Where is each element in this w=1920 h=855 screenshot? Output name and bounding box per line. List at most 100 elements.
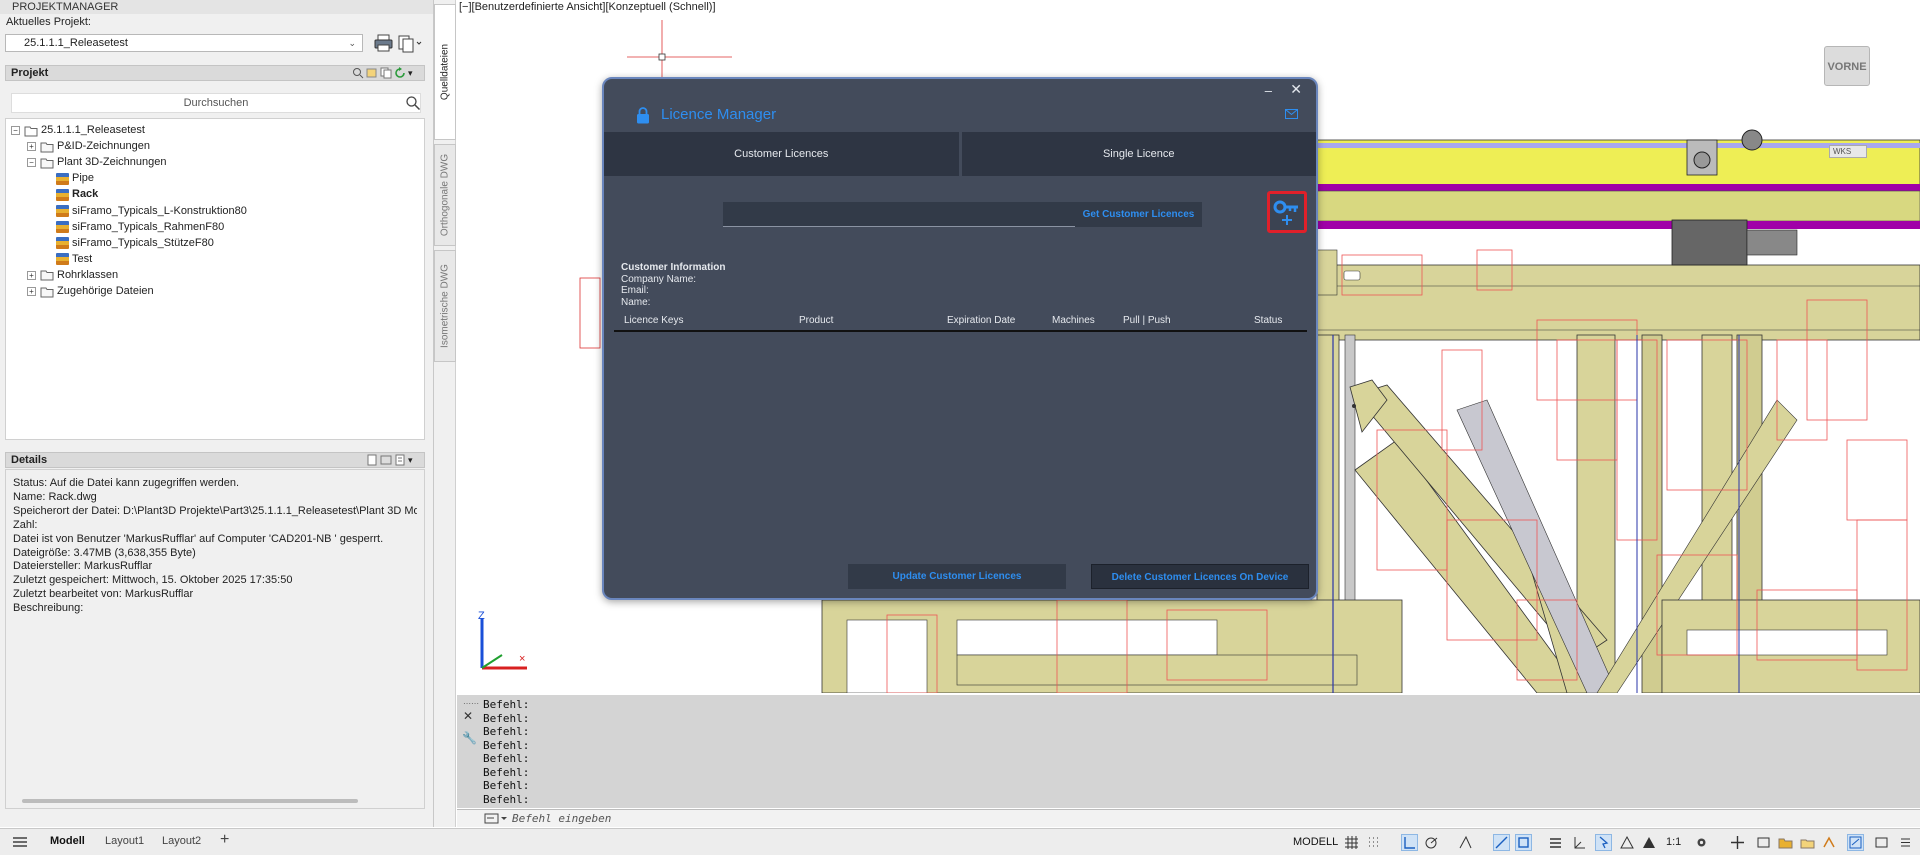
tab-isometrische-dwg[interactable]: Isometrische DWG xyxy=(434,250,456,362)
hamburger-menu-icon[interactable] xyxy=(12,836,28,848)
dwg-icon xyxy=(56,237,69,250)
polar-icon[interactable] xyxy=(1424,835,1439,850)
column-product[interactable]: Product xyxy=(799,315,833,326)
object-snap-tracking-icon[interactable] xyxy=(1493,834,1510,851)
tree-item-label: siFramo_Typicals_StützeF80 xyxy=(72,236,214,249)
object-snap-icon[interactable] xyxy=(1515,834,1532,851)
add-layout-icon[interactable]: + xyxy=(220,831,229,849)
close-icon[interactable]: ✕ xyxy=(1290,81,1302,98)
command-line: Befehl: xyxy=(483,792,530,806)
plant-folder-icon[interactable] xyxy=(1778,835,1793,850)
tree-item[interactable]: + Rohrklassen xyxy=(27,268,118,283)
minimize-icon[interactable]: – xyxy=(1265,83,1272,98)
wrench-icon[interactable]: 🔧 xyxy=(462,731,477,745)
annotation-scale-value[interactable]: 1:1 xyxy=(1666,836,1681,848)
isolate-objects-icon[interactable] xyxy=(1756,835,1771,850)
tree-item[interactable]: + Zugehörige Dateien xyxy=(27,284,154,299)
snap-icon[interactable] xyxy=(1366,835,1381,850)
properties-icon[interactable] xyxy=(366,67,378,79)
annotation-scale-icon[interactable] xyxy=(1642,835,1657,850)
lock-icon xyxy=(637,107,649,124)
dynamic-ucs-icon[interactable] xyxy=(1572,835,1587,850)
command-prompt-icon[interactable] xyxy=(484,812,508,825)
lineweight-icon[interactable] xyxy=(1548,835,1563,850)
close-icon[interactable]: ✕ xyxy=(463,709,473,723)
grid-icon[interactable] xyxy=(1344,835,1359,850)
fullscreen-icon[interactable] xyxy=(1874,835,1889,850)
command-line: Befehl: xyxy=(483,765,530,779)
publish-icon[interactable] xyxy=(396,33,422,53)
get-customer-licences-button[interactable]: Get Customer Licences xyxy=(1075,202,1202,227)
detail-name: Name: Rack.dwg xyxy=(13,490,97,503)
tree-item[interactable]: siFramo_Typicals_RahmenF80 xyxy=(56,220,224,235)
tree-item[interactable]: − Plant 3D-Zeichnungen xyxy=(27,155,166,170)
mail-icon[interactable] xyxy=(1285,109,1298,119)
gear-icon[interactable] xyxy=(1694,835,1709,850)
tree-item[interactable]: Rack xyxy=(56,187,98,202)
add-licence-key-button[interactable] xyxy=(1267,191,1307,233)
tree-item-label: Plant 3D-Zeichnungen xyxy=(57,156,167,169)
search-icon[interactable] xyxy=(405,95,421,111)
panel-menu-icon[interactable]: ▾ xyxy=(408,67,420,79)
selection-cycling-icon[interactable] xyxy=(1595,834,1612,851)
wcs-menu[interactable]: WKS xyxy=(1829,145,1867,158)
refresh-icon[interactable] xyxy=(394,67,406,79)
isodraft-icon[interactable] xyxy=(1458,835,1473,850)
email-label: Email: xyxy=(621,285,649,296)
tree-item[interactable]: siFramo_Typicals_StützeF80 xyxy=(56,236,214,251)
update-customer-licences-button[interactable]: Update Customer Licences xyxy=(848,564,1066,589)
delete-customer-licences-button[interactable]: Delete Customer Licences On Device xyxy=(1091,564,1309,589)
ortho-icon[interactable] xyxy=(1401,834,1418,851)
customer-id-input[interactable] xyxy=(723,202,1075,227)
tab-orthogonale-dwg[interactable]: Orthogonale DWG xyxy=(434,144,456,246)
tree-item-label: Rack xyxy=(72,188,99,201)
expand-icon[interactable]: + xyxy=(27,142,36,152)
command-input[interactable]: Befehl eingeben xyxy=(457,809,1920,827)
tree-item[interactable]: siFramo_Typicals_L-Konstruktion80 xyxy=(56,204,247,219)
zoom-icon[interactable] xyxy=(352,67,364,79)
tab-layout1[interactable]: Layout1 xyxy=(105,835,144,847)
viewcube[interactable]: VORNE xyxy=(1824,46,1870,86)
licence-tabs: Customer Licences Single Licence xyxy=(604,132,1316,176)
print-icon[interactable] xyxy=(373,33,395,53)
tab-layout2[interactable]: Layout2 xyxy=(162,835,201,847)
tree-item[interactable]: Test xyxy=(56,252,92,267)
command-line: Befehl: xyxy=(483,698,530,711)
column-machines[interactable]: Machines xyxy=(1052,315,1095,326)
copy-icon[interactable] xyxy=(380,67,392,79)
annotation-visibility-icon[interactable] xyxy=(1620,835,1635,850)
column-expiration-date[interactable]: Expiration Date xyxy=(947,315,1015,326)
tab-quelldateien[interactable]: Quelldateien xyxy=(434,4,456,140)
tree-item-label: 25.1.1.1_Releasetest xyxy=(41,124,145,136)
view-control-label[interactable]: [−][Benutzerdefinierte Ansicht][Konzeptu… xyxy=(459,1,716,13)
details-list-icon[interactable] xyxy=(394,454,406,466)
model-space-button[interactable]: MODELL xyxy=(1293,836,1338,848)
tree-item[interactable]: Pipe xyxy=(56,171,94,186)
panel-menu-icon[interactable]: ▾ xyxy=(408,454,420,466)
hardware-acceleration-icon[interactable] xyxy=(1822,835,1837,850)
clean-screen-toggle-icon[interactable] xyxy=(1847,834,1864,851)
details-preview-icon[interactable] xyxy=(380,454,392,466)
collapse-icon[interactable]: − xyxy=(11,126,20,135)
expand-icon[interactable]: + xyxy=(27,270,36,280)
add-key-icon xyxy=(1273,200,1298,225)
tab-modell[interactable]: Modell xyxy=(50,835,85,847)
command-line: Befehl: xyxy=(483,779,530,792)
tab-single-licence[interactable]: Single Licence xyxy=(961,132,1316,176)
column-status[interactable]: Status xyxy=(1254,315,1282,326)
expand-icon[interactable]: + xyxy=(27,287,36,296)
crosshair-icon[interactable] xyxy=(1730,835,1745,850)
layers-icon[interactable] xyxy=(1800,835,1815,850)
tree-item[interactable]: − 25.1.1.1_Releasetest xyxy=(11,123,145,138)
collapse-icon[interactable]: − xyxy=(27,158,36,168)
column-pull-push[interactable]: Pull | Push xyxy=(1123,315,1171,326)
details-new-icon[interactable] xyxy=(366,454,378,466)
details-scrollbar[interactable] xyxy=(22,799,358,803)
column-licence-keys[interactable]: Licence Keys xyxy=(624,315,683,326)
tree-item[interactable]: + P&ID-Zeichnungen xyxy=(27,139,150,154)
current-project-dropdown[interactable]: 25.1.1.1_Releasetest ⌄ xyxy=(5,34,363,52)
customization-menu-icon[interactable] xyxy=(1898,835,1913,850)
tab-customer-licences[interactable]: Customer Licences xyxy=(604,132,959,176)
project-search-input[interactable]: Durchsuchen xyxy=(11,93,421,113)
command-grip[interactable]: ⋯⋯ xyxy=(463,699,479,708)
